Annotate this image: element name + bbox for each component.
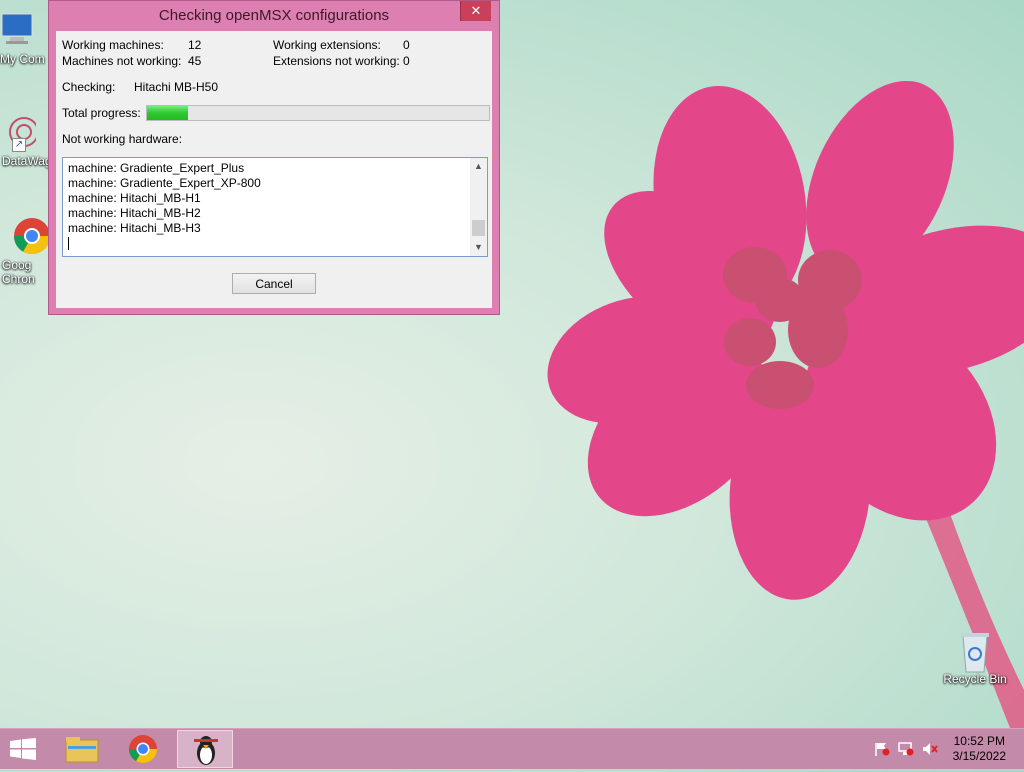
scroll-up-icon[interactable]: ▲	[470, 158, 487, 175]
datawag-icon: ↗	[0, 112, 39, 152]
not-working-list[interactable]: machine: Gradiente_Expert_Plus machine: G…	[62, 157, 488, 257]
working-machines-label: Working machines:	[62, 38, 164, 52]
scroll-thumb[interactable]	[472, 220, 485, 236]
desktop-icon-datawag[interactable]: ↗ DataWag	[0, 112, 52, 168]
dialog-title: Checking openMSX configurations	[158, 7, 390, 24]
close-icon: ✕	[470, 3, 482, 18]
openmsx-check-dialog: Checking openMSX configurations ✕ Workin…	[48, 0, 500, 315]
desktop-icon-label: Goog	[2, 258, 32, 272]
machines-not-working-label: Machines not working:	[62, 54, 182, 68]
start-button[interactable]	[10, 738, 36, 760]
network-icon[interactable]	[898, 742, 914, 756]
not-working-list-lines: machine: Gradiente_Expert_Plus machine: G…	[68, 161, 467, 250]
shortcut-arrow-icon: ↗	[12, 138, 26, 152]
taskbar: 10:52 PM 3/15/2022	[0, 728, 1024, 769]
taskbar-openmsx-catapult[interactable]	[177, 730, 233, 768]
extensions-not-working-label: Extensions not working:	[273, 54, 400, 68]
action-center-flag-icon[interactable]	[874, 742, 890, 756]
scroll-down-icon[interactable]: ▼	[470, 239, 487, 256]
vertical-scrollbar[interactable]: ▲ ▼	[470, 158, 487, 256]
list-item: machine: Gradiente_Expert_XP-800	[68, 176, 261, 190]
desktop-icon-my-computer[interactable]: My Com	[0, 10, 52, 66]
not-working-hardware-label: Not working hardware:	[62, 132, 183, 146]
cancel-button[interactable]: Cancel	[232, 273, 316, 294]
total-progress-label: Total progress:	[62, 106, 141, 120]
computer-icon	[0, 10, 36, 50]
openmsx-catapult-icon	[194, 736, 218, 765]
desktop-icon-label: DataWag	[2, 154, 52, 168]
file-explorer-icon	[65, 737, 99, 763]
desktop-icon-label-line2: Chron	[2, 272, 35, 286]
progress-fill	[147, 106, 189, 120]
checking-label: Checking:	[62, 80, 116, 94]
volume-muted-icon[interactable]	[922, 742, 938, 756]
dialog-client-area: Working machines: 12 Machines not workin…	[56, 31, 492, 308]
list-item: machine: Hitachi_MB-H1	[68, 191, 201, 205]
chrome-icon	[0, 216, 51, 256]
list-item: machine: Hitachi_MB-H3	[68, 221, 201, 235]
taskbar-chrome[interactable]	[115, 730, 171, 768]
windows-logo-icon	[10, 738, 36, 760]
desktop-icon-google-chrome[interactable]: Goog Chron	[0, 216, 52, 286]
working-extensions-label: Working extensions:	[273, 38, 381, 52]
system-clock[interactable]: 10:52 PM 3/15/2022	[953, 734, 1006, 764]
close-button[interactable]: ✕	[460, 1, 491, 21]
chrome-icon	[129, 735, 157, 763]
working-extensions-value: 0	[403, 38, 410, 52]
text-caret	[68, 237, 69, 250]
total-progress-bar	[146, 105, 490, 121]
recycle-bin-icon	[955, 630, 995, 673]
desktop-icon-label: My Com	[0, 52, 45, 66]
working-machines-value: 12	[188, 38, 202, 52]
list-item: machine: Hitachi_MB-H2	[68, 206, 201, 220]
list-item: machine: Gradiente_Expert_Plus	[68, 161, 245, 175]
machines-not-working-value: 45	[188, 54, 202, 68]
title-bar[interactable]: Checking openMSX configurations ✕	[49, 1, 499, 31]
checking-value: Hitachi MB-H50	[134, 80, 219, 94]
clock-time: 10:52 PM	[953, 734, 1005, 748]
desktop-icon-recycle-bin[interactable]: Recycle Bin	[939, 630, 1011, 686]
clock-date: 3/15/2022	[952, 749, 1006, 763]
extensions-not-working-value: 0	[403, 54, 410, 68]
taskbar-file-explorer[interactable]	[54, 730, 110, 768]
